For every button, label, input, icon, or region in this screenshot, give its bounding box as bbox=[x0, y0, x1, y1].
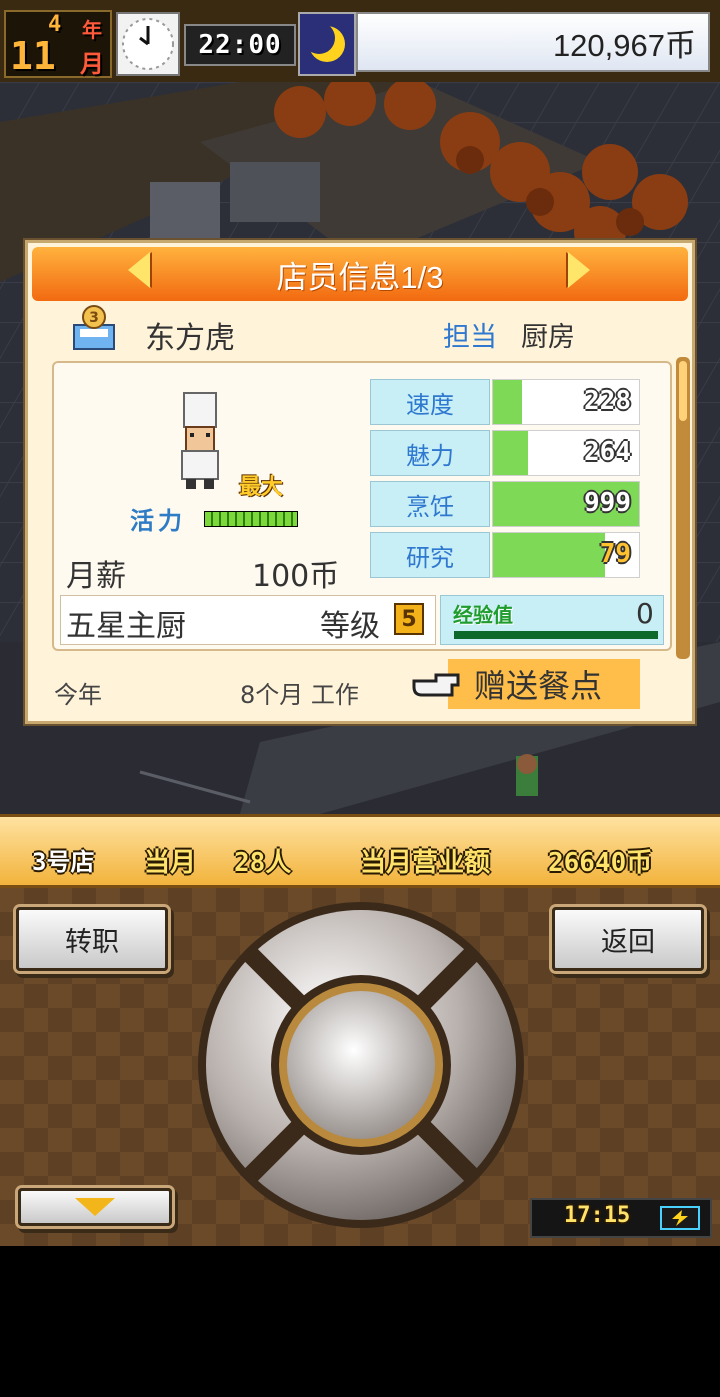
moon-icon bbox=[298, 12, 356, 76]
stat-label: 魅力 bbox=[370, 430, 490, 476]
exp-bar bbox=[454, 631, 658, 639]
month-number: 11 bbox=[10, 34, 56, 78]
salary-label: 月薪 bbox=[66, 559, 126, 594]
stat-label: 速度 bbox=[370, 379, 490, 425]
stat-bar: 79 bbox=[492, 532, 640, 578]
stat-value: 228 bbox=[584, 386, 631, 416]
next-staff-arrow-icon[interactable] bbox=[568, 252, 590, 288]
clock-icon bbox=[116, 12, 180, 76]
stat-label: 烹饪 bbox=[370, 481, 490, 527]
date-display: 4 年 11 月 bbox=[4, 10, 112, 78]
exp-value: 0 bbox=[636, 597, 654, 630]
transfer-job-button[interactable]: 转职 bbox=[16, 907, 168, 971]
prev-staff-arrow-icon[interactable] bbox=[128, 252, 150, 288]
stat-value: 999 bbox=[584, 488, 631, 518]
stat-bar: 228 bbox=[492, 379, 640, 425]
monthly-sales-value: 26640币 bbox=[548, 848, 653, 878]
stat-bar-fill bbox=[493, 533, 606, 577]
rank-title: 五星主厨 bbox=[66, 609, 186, 644]
exp-label: 经验值 bbox=[453, 603, 513, 627]
role-value: 厨房 bbox=[521, 322, 575, 353]
panel-title: 店员信息1/3 bbox=[276, 259, 444, 295]
vitality-bar bbox=[204, 511, 298, 527]
month-unit: 月 bbox=[80, 50, 104, 78]
directional-pad[interactable] bbox=[196, 900, 526, 1230]
level-label: 等级 bbox=[320, 609, 380, 644]
scrollbar-thumb[interactable] bbox=[679, 361, 687, 421]
salary-value: 100币 bbox=[252, 559, 340, 594]
back-button[interactable]: 返回 bbox=[552, 907, 704, 971]
this-month-label: 当月 bbox=[144, 848, 197, 878]
year-unit: 年 bbox=[82, 18, 102, 42]
battery-charging-icon bbox=[660, 1206, 700, 1230]
vitality-label: 活力 bbox=[130, 507, 186, 535]
down-arrow-icon bbox=[75, 1198, 115, 1216]
stat-label: 研究 bbox=[370, 532, 490, 578]
store-name: 3号店 bbox=[32, 848, 95, 876]
stat-value: 79 bbox=[599, 539, 631, 569]
tenure-months: 8个月 工作 bbox=[240, 681, 359, 709]
stat-bar-fill bbox=[493, 431, 529, 475]
vitality-max-badge: 最大 bbox=[239, 475, 284, 500]
device-clock: 17:15 bbox=[564, 1203, 631, 1228]
staff-name: 东方虎 bbox=[145, 322, 235, 355]
money-amount: 120,967币 bbox=[552, 27, 696, 63]
money-display: 120,967币 bbox=[356, 12, 710, 72]
tenure-year-label: 今年 bbox=[54, 681, 102, 709]
scroll-down-button[interactable] bbox=[18, 1188, 172, 1226]
staff-badge-icon: 3 bbox=[70, 303, 118, 353]
gift-meal-label: 赠送餐点 bbox=[474, 667, 603, 705]
level-badge: 5 bbox=[394, 603, 424, 635]
svg-text:3: 3 bbox=[89, 310, 99, 326]
gift-meal-button[interactable]: 赠送餐点 bbox=[448, 659, 640, 709]
chef-avatar bbox=[176, 391, 224, 491]
time-display: 22:00 bbox=[184, 24, 296, 66]
stat-value: 264 bbox=[584, 437, 631, 467]
role-label: 担当 bbox=[443, 322, 497, 353]
pointing-hand-icon bbox=[412, 671, 462, 699]
stat-bar: 999 bbox=[492, 481, 640, 527]
customer-count: 28人 bbox=[234, 848, 292, 878]
transfer-job-label: 转职 bbox=[65, 926, 119, 958]
time-text: 22:00 bbox=[198, 30, 282, 60]
vitality-fill bbox=[205, 512, 297, 526]
staff-info-panel: 店员信息1/3 3 东方虎 担当 厨房 最大 活力 月薪 100币 五星主厨 等… bbox=[25, 240, 695, 724]
stat-bar: 264 bbox=[492, 430, 640, 476]
monthly-sales-label: 当月营业额 bbox=[360, 848, 491, 878]
back-label: 返回 bbox=[601, 926, 655, 958]
stat-bar-fill bbox=[493, 380, 523, 424]
